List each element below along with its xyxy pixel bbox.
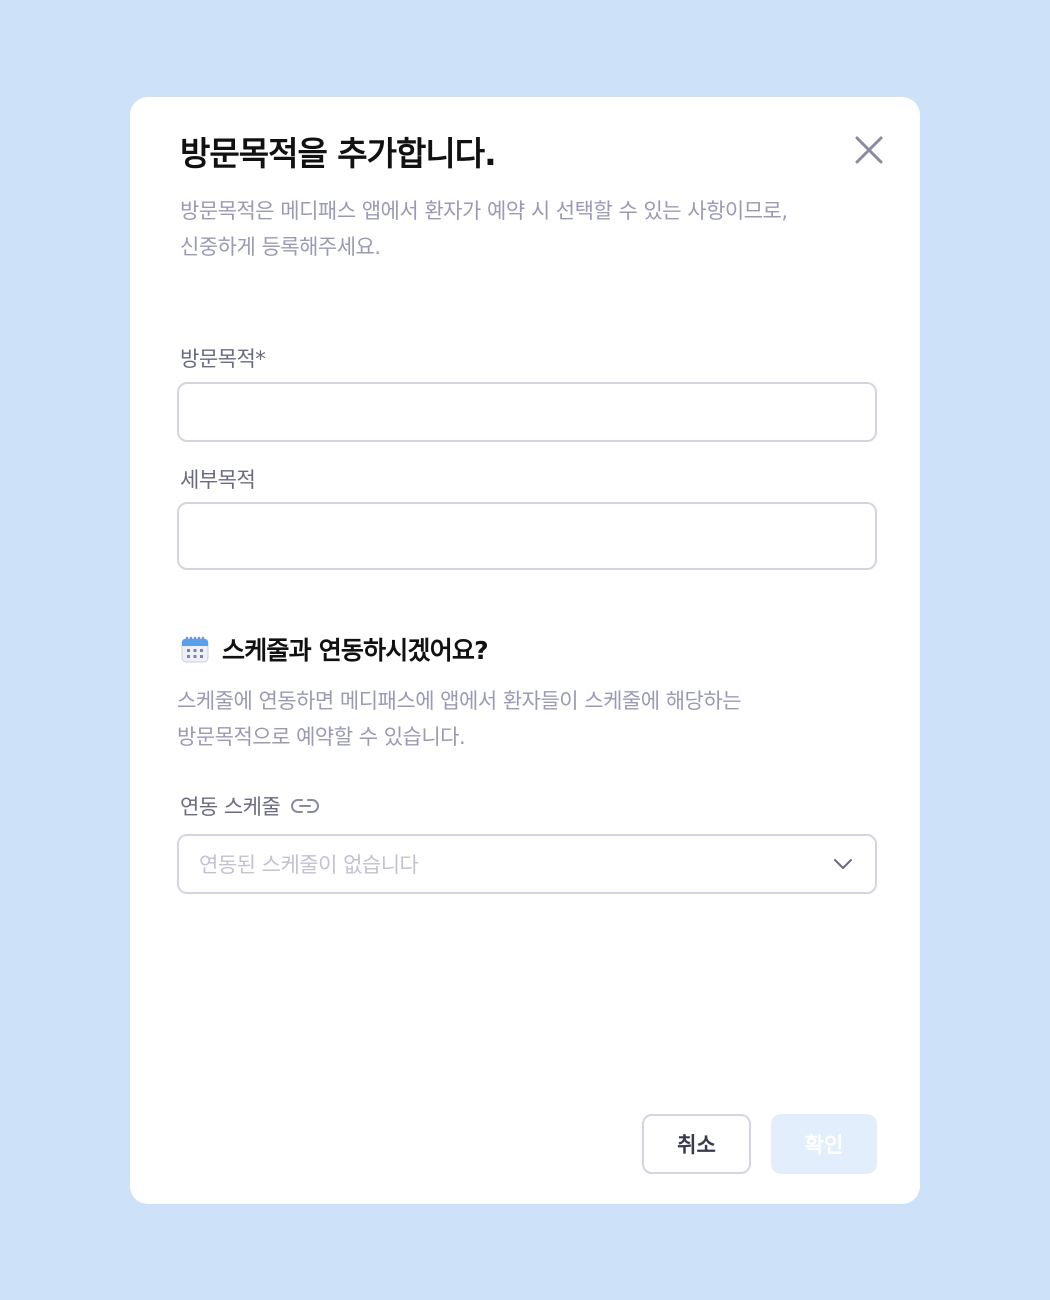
chevron-down-icon bbox=[834, 859, 852, 869]
confirm-button[interactable]: 확인 bbox=[771, 1114, 877, 1174]
linked-schedule-label: 연동 스케줄 bbox=[180, 795, 281, 819]
close-icon bbox=[855, 136, 883, 164]
purpose-label: 방문목적* bbox=[180, 347, 266, 371]
linked-schedule-placeholder: 연동된 스케줄이 없습니다 bbox=[199, 853, 419, 877]
cancel-button[interactable]: 취소 bbox=[642, 1114, 751, 1174]
close-button[interactable] bbox=[852, 133, 886, 167]
purpose-input[interactable] bbox=[177, 382, 877, 442]
calendar-icon bbox=[181, 636, 209, 663]
subtitle-line-1: 방문목적은 메디패스 앱에서 환자가 예약 시 선택할 수 있는 사항이므로, bbox=[180, 199, 788, 223]
schedule-description: 스케줄에 연동하면 메디패스에 앱에서 환자들이 스케줄에 해당하는 방문목적으… bbox=[177, 683, 867, 755]
dialog-subtitle: 방문목적은 메디패스 앱에서 환자가 예약 시 선택할 수 있는 사항이므로, … bbox=[180, 193, 870, 265]
schedule-section-header: 스케줄과 연동하시겠어요? bbox=[180, 631, 489, 667]
detail-purpose-input[interactable] bbox=[177, 502, 877, 570]
subtitle-line-2: 신중하게 등록해주세요. bbox=[180, 235, 381, 259]
schedule-desc-line-1: 스케줄에 연동하면 메디패스에 앱에서 환자들이 스케줄에 해당하는 bbox=[177, 689, 742, 713]
add-visit-purpose-dialog: 방문목적을 추가합니다. 방문목적은 메디패스 앱에서 환자가 예약 시 선택할… bbox=[130, 97, 920, 1204]
dialog-title: 방문목적을 추가합니다. bbox=[180, 134, 497, 173]
linked-schedule-select[interactable]: 연동된 스케줄이 없습니다 bbox=[177, 834, 877, 894]
schedule-section-title: 스케줄과 연동하시겠어요? bbox=[222, 636, 489, 665]
detail-purpose-label: 세부목적 bbox=[180, 468, 256, 492]
link-icon bbox=[291, 799, 320, 813]
linked-schedule-label-row: 연동 스케줄 bbox=[180, 791, 320, 821]
schedule-desc-line-2: 방문목적으로 예약할 수 있습니다. bbox=[177, 725, 466, 749]
